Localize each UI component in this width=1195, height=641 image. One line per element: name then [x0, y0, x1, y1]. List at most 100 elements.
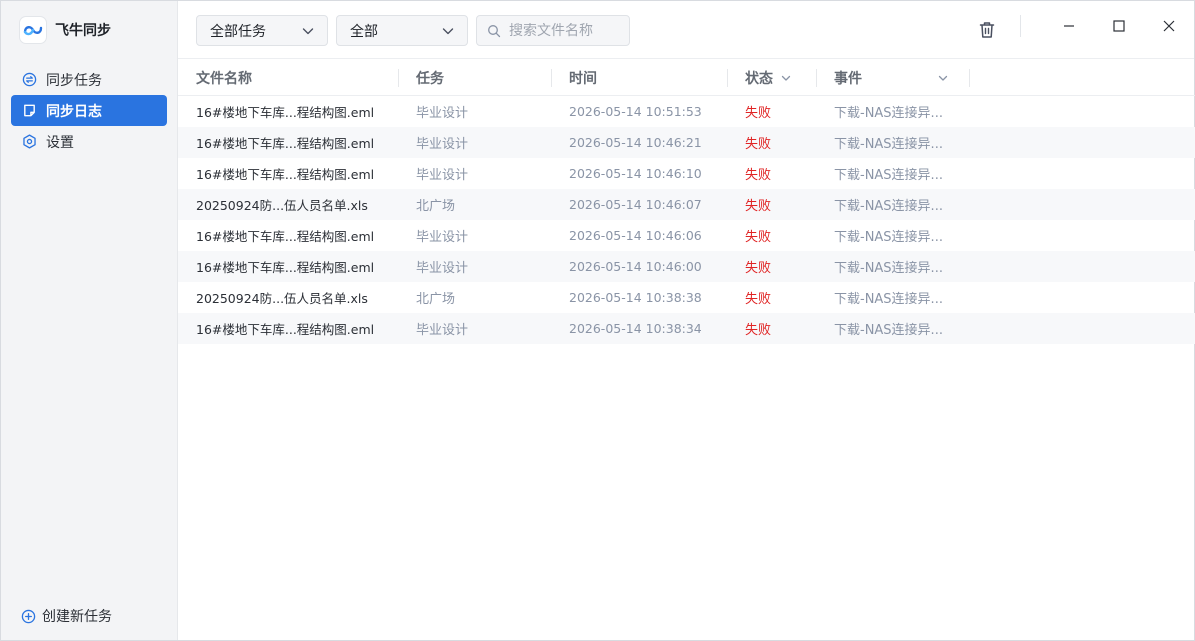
- create-task-label: 创建新任务: [42, 609, 112, 625]
- minimize-button[interactable]: [1058, 15, 1080, 37]
- create-task-button[interactable]: 创建新任务: [20, 606, 112, 626]
- column-header-status[interactable]: 状态: [745, 60, 791, 96]
- cell-event: 下载-NAS连接异...: [834, 168, 943, 183]
- sidebar-item-sync-tasks[interactable]: 同步任务: [11, 64, 167, 95]
- cell-event: 下载-NAS连接异...: [834, 199, 943, 214]
- cell-task: 毕业设计: [416, 261, 469, 276]
- brand: 飞牛同步: [1, 1, 177, 59]
- sidebar-item-label: 同步日志: [46, 103, 102, 120]
- task-filter-select[interactable]: 全部任务: [196, 15, 328, 46]
- cell-status: 失败: [745, 137, 772, 152]
- column-header-event[interactable]: 事件: [834, 60, 948, 96]
- chevron-down-icon: [938, 75, 948, 81]
- table-row[interactable]: 20250924防...伍人员名单.xls 北广场 2026-05-14 10:…: [178, 189, 1195, 220]
- cell-file-name: 16#楼地下车库...程结构图.eml: [196, 229, 375, 244]
- column-separator: [551, 69, 552, 87]
- column-separator: [816, 69, 817, 87]
- cell-task: 毕业设计: [416, 106, 469, 121]
- table-row[interactable]: 16#楼地下车库...程结构图.eml 毕业设计 2026-05-14 10:4…: [178, 220, 1195, 251]
- cell-task: 毕业设计: [416, 323, 469, 338]
- cell-status: 失败: [745, 230, 772, 245]
- task-filter-value: 全部任务: [210, 23, 266, 40]
- cell-status: 失败: [745, 261, 772, 276]
- cell-event: 下载-NAS连接异...: [834, 292, 943, 307]
- cell-time: 2026-05-14 10:38:38: [569, 290, 702, 305]
- status-filter-value: 全部: [350, 23, 378, 40]
- cell-task: 毕业设计: [416, 137, 469, 152]
- minimize-icon: [1064, 25, 1074, 27]
- sidebar-item-label: 设置: [46, 134, 74, 151]
- column-separator: [398, 69, 399, 87]
- cell-file-name: 20250924防...伍人员名单.xls: [196, 291, 368, 306]
- main-panel: 全部任务 全部 搜索文件名称 文件名称 任务 时间 状态 事件 16#楼地下车库…: [178, 1, 1195, 640]
- cell-task: 毕业设计: [416, 168, 469, 183]
- trash-icon[interactable]: [977, 20, 997, 40]
- log-icon: [21, 103, 37, 119]
- sidebar-item-settings[interactable]: 设置: [11, 126, 167, 157]
- cell-status: 失败: [745, 168, 772, 183]
- column-header-time[interactable]: 时间: [569, 60, 597, 96]
- toolbar-divider: [1020, 15, 1021, 37]
- sidebar: 飞牛同步 同步任务 同步日志 设置 创建新任务: [1, 1, 178, 640]
- table-row[interactable]: 16#楼地下车库...程结构图.eml 毕业设计 2026-05-14 10:4…: [178, 158, 1195, 189]
- gear-icon: [21, 134, 37, 150]
- cell-time: 2026-05-14 10:38:34: [569, 321, 702, 336]
- table-row[interactable]: 16#楼地下车库...程结构图.eml 毕业设计 2026-05-14 10:4…: [178, 127, 1195, 158]
- cell-file-name: 16#楼地下车库...程结构图.eml: [196, 136, 375, 151]
- app-title: 飞牛同步: [55, 23, 111, 39]
- cell-event: 下载-NAS连接异...: [834, 323, 943, 338]
- cell-file-name: 20250924防...伍人员名单.xls: [196, 198, 368, 213]
- cell-time: 2026-05-14 10:46:07: [569, 197, 702, 212]
- cell-task: 北广场: [416, 199, 456, 214]
- column-header-label: 状态: [745, 71, 773, 87]
- column-separator: [727, 69, 728, 87]
- column-header-label: 时间: [569, 71, 597, 87]
- cell-status: 失败: [745, 106, 772, 121]
- table-row[interactable]: 16#楼地下车库...程结构图.eml 毕业设计 2026-05-14 10:5…: [178, 96, 1195, 127]
- app-logo-icon: [20, 17, 46, 43]
- table-row[interactable]: 16#楼地下车库...程结构图.eml 毕业设计 2026-05-14 10:4…: [178, 251, 1195, 282]
- chevron-down-icon: [302, 28, 314, 35]
- cell-file-name: 16#楼地下车库...程结构图.eml: [196, 167, 375, 182]
- column-header-task[interactable]: 任务: [416, 60, 444, 96]
- plus-circle-icon: [20, 608, 36, 624]
- cell-time: 2026-05-14 10:46:21: [569, 135, 702, 150]
- sidebar-item-label: 同步任务: [46, 72, 102, 89]
- close-button[interactable]: [1158, 15, 1180, 37]
- search-input[interactable]: [509, 22, 619, 39]
- cell-status: 失败: [745, 292, 772, 307]
- close-icon: [1163, 20, 1175, 32]
- cell-file-name: 16#楼地下车库...程结构图.eml: [196, 260, 375, 275]
- chevron-down-icon: [442, 28, 454, 35]
- cell-event: 下载-NAS连接异...: [834, 261, 943, 276]
- maximize-icon: [1113, 20, 1125, 32]
- cell-task: 毕业设计: [416, 230, 469, 245]
- column-header-name[interactable]: 文件名称: [196, 60, 252, 96]
- cell-event: 下载-NAS连接异...: [834, 137, 943, 152]
- status-filter-select[interactable]: 全部: [336, 15, 468, 46]
- maximize-button[interactable]: [1108, 15, 1130, 37]
- cell-time: 2026-05-14 10:51:53: [569, 104, 702, 119]
- sidebar-item-sync-log[interactable]: 同步日志: [11, 95, 167, 126]
- column-header-label: 任务: [416, 71, 444, 87]
- cell-task: 北广场: [416, 292, 456, 307]
- chevron-down-icon: [781, 75, 791, 81]
- column-header-label: 文件名称: [196, 71, 252, 87]
- cell-event: 下载-NAS连接异...: [834, 106, 943, 121]
- cell-status: 失败: [745, 323, 772, 338]
- cell-event: 下载-NAS连接异...: [834, 230, 943, 245]
- cell-time: 2026-05-14 10:46:10: [569, 166, 702, 181]
- table-row[interactable]: 20250924防...伍人员名单.xls 北广场 2026-05-14 10:…: [178, 282, 1195, 313]
- cell-file-name: 16#楼地下车库...程结构图.eml: [196, 322, 375, 337]
- sync-icon: [21, 72, 37, 88]
- sidebar-nav: 同步任务 同步日志 设置: [1, 64, 177, 157]
- app-window: 飞牛同步 同步任务 同步日志 设置 创建新任务 全部任务 全部 搜索文件名称 文…: [0, 0, 1195, 641]
- cell-time: 2026-05-14 10:46:06: [569, 228, 702, 243]
- table-row[interactable]: 16#楼地下车库...程结构图.eml 毕业设计 2026-05-14 10:3…: [178, 313, 1195, 344]
- log-table: 文件名称 任务 时间 状态 事件 16#楼地下车库...程结构图.eml 毕业设…: [178, 60, 1195, 344]
- search-box[interactable]: [476, 15, 630, 46]
- toolbar: 全部任务 全部: [178, 1, 1194, 59]
- column-separator: [969, 69, 970, 87]
- column-header-label: 事件: [834, 71, 862, 87]
- table-header: 文件名称 任务 时间 状态 事件: [178, 60, 1195, 96]
